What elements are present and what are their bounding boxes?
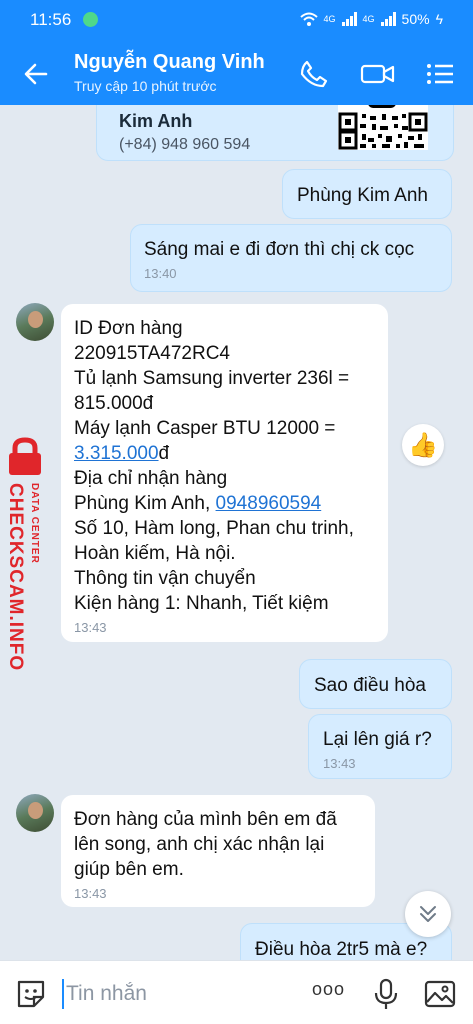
order-item-2: Máy lạnh Casper BTU 12000 =	[74, 418, 336, 439]
status-bar: 11:56 4G 4G 50% ϟ	[0, 0, 473, 42]
last-seen-status: Truy cập 10 phút trước	[74, 78, 217, 94]
message-text: Phùng Kim Anh	[297, 185, 428, 206]
message-input[interactable]	[62, 979, 292, 1009]
order-item-1: Tủ lạnh Samsung inverter 236l =	[74, 368, 350, 389]
incoming-message[interactable]: ID Đơn hàng 220915TA472RC4 Tủ lạnh Samsu…	[61, 304, 388, 642]
address-label: Địa chỉ nhận hàng	[74, 468, 228, 489]
lock-icon	[9, 437, 41, 475]
network-label-1: 4G	[323, 14, 336, 24]
image-gallery-icon[interactable]	[423, 977, 457, 1011]
order-id-value: 220915TA472RC4	[74, 343, 230, 364]
like-reaction-button[interactable]: 👍	[402, 424, 444, 466]
menu-list-icon[interactable]	[424, 58, 456, 90]
incoming-message[interactable]: Đơn hàng của mình bên em đã lên song, an…	[61, 795, 375, 907]
outgoing-message[interactable]: Phùng Kim Anh	[282, 169, 452, 219]
address-line: Số 10, Hàm long, Phan chu trinh,	[74, 518, 354, 539]
message-line: giúp bên em.	[74, 859, 184, 880]
double-chevron-down-icon	[420, 906, 436, 922]
message-line: Đơn hàng của mình bên em đã	[74, 809, 337, 830]
status-time: 11:56	[30, 10, 72, 29]
sticker-icon[interactable]	[14, 977, 48, 1011]
watermark-site: CHECKSCAM.INFO	[5, 483, 26, 672]
scroll-down-button[interactable]	[405, 891, 451, 937]
recipient-line: Phùng Kim Anh, 0948960594	[74, 491, 388, 516]
watermark-tag: DATA CENTER	[29, 483, 40, 564]
message-text: Sáng mai e đi đơn thì chị ck cọc	[144, 239, 415, 260]
price-link[interactable]: 3.315.000	[74, 443, 159, 464]
message-time: 13:43	[323, 756, 356, 771]
contact-card-phone: (+84) 948 960 594	[119, 136, 251, 153]
message-time: 13:40	[144, 266, 177, 281]
back-arrow-icon[interactable]	[22, 60, 50, 88]
shipping-value: Kiện hàng 1: Nhanh, Tiết kiệm	[74, 593, 329, 614]
status-indicators: 4G 4G 50% ϟ	[299, 11, 443, 27]
message-text: Lại lên giá r?	[323, 729, 432, 750]
phone-call-icon[interactable]	[298, 58, 330, 90]
shipping-label: Thông tin vận chuyển	[74, 568, 256, 589]
message-line: lên song, anh chị xác nhận lại	[74, 834, 325, 855]
order-item-1-price: 815.000đ	[74, 393, 154, 414]
contact-card-name: Kim Anh	[119, 111, 193, 131]
message-text: Điều hòa 2tr5 mà e?	[255, 939, 428, 960]
notification-icon	[83, 12, 98, 27]
outgoing-message[interactable]: Sao điều hòa	[299, 659, 452, 709]
address-line: Hoàn kiếm, Hà nội.	[74, 543, 236, 564]
phone-link[interactable]: 0948960594	[216, 493, 322, 514]
video-call-icon[interactable]	[360, 58, 396, 90]
signal-icon-2	[380, 12, 396, 26]
price-suffix: đ	[158, 443, 170, 464]
microphone-icon[interactable]	[369, 977, 403, 1011]
more-options-icon[interactable]: ooo	[312, 979, 345, 1000]
signal-icon-1	[341, 12, 357, 26]
charging-icon: ϟ	[435, 11, 443, 27]
qr-code-icon	[338, 105, 428, 150]
wifi-icon	[299, 12, 318, 26]
network-label-2: 4G	[362, 14, 375, 24]
contact-card-message[interactable]: Kim Anh (+84) 948 960 594	[96, 105, 454, 161]
order-item-2-price: 3.315.000đ	[74, 441, 388, 466]
watermark: CHECKSCAM.INFO DATA CENTER	[0, 437, 55, 671]
thumbs-up-icon: 👍	[408, 431, 438, 459]
battery-label: 50%	[401, 11, 430, 27]
recipient-name: Phùng Kim Anh,	[74, 493, 216, 514]
chat-header: Nguyễn Quang Vinh Truy cập 10 phút trước	[0, 42, 473, 105]
message-text: Sao điều hòa	[314, 675, 426, 696]
order-id-label: ID Đơn hàng	[74, 318, 183, 339]
message-time: 13:43	[74, 886, 107, 901]
message-time: 13:43	[74, 620, 107, 635]
outgoing-message[interactable]: Lại lên giá r? 13:43	[308, 714, 452, 779]
composer-bar: ooo	[0, 960, 473, 1024]
outgoing-message[interactable]: Sáng mai e đi đơn thì chị ck cọc 13:40	[130, 224, 452, 292]
sender-avatar[interactable]	[16, 303, 54, 341]
message-list[interactable]: Kim Anh (+84) 948 960 594 Phùng Kim Anh …	[0, 105, 473, 960]
contact-name[interactable]: Nguyễn Quang Vinh	[74, 51, 265, 74]
sender-avatar[interactable]	[16, 794, 54, 832]
